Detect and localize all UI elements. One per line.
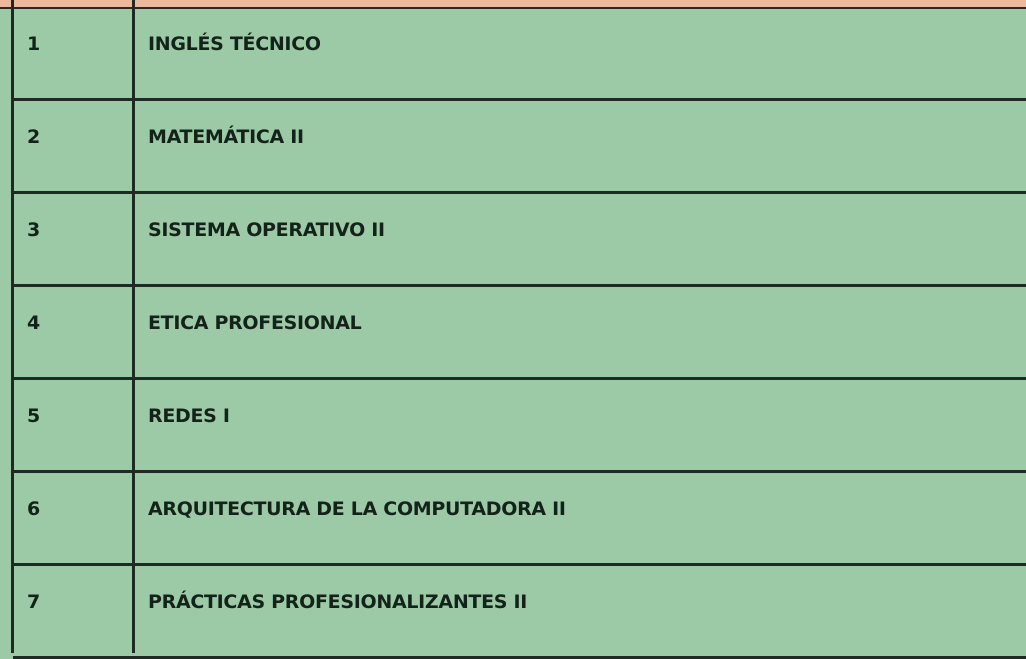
row-number: 1 [27, 33, 41, 55]
table-left-border [11, 0, 14, 653]
row-number: 6 [27, 498, 41, 520]
subject-name: REDES I [148, 405, 230, 427]
subject-name: ARQUITECTURA DE LA COMPUTADORA II [148, 498, 566, 520]
column-divider [132, 0, 135, 653]
subject-name: SISTEMA OPERATIVO II [148, 219, 385, 241]
table-row: 2 MATEMÁTICA II [13, 101, 1026, 194]
row-number: 7 [27, 591, 41, 613]
row-number: 5 [27, 405, 41, 427]
row-number: 2 [27, 126, 41, 148]
row-number: 4 [27, 312, 41, 334]
row-number: 3 [27, 219, 41, 241]
table-row: 7 PRÁCTICAS PROFESIONALIZANTES II [13, 566, 1026, 659]
subject-name: MATEMÁTICA II [148, 126, 304, 148]
subject-name: ETICA PROFESIONAL [148, 312, 362, 334]
subject-name: INGLÉS TÉCNICO [148, 33, 321, 55]
table-row: 6 ARQUITECTURA DE LA COMPUTADORA II [13, 473, 1026, 566]
table-row: 3 SISTEMA OPERATIVO II [13, 194, 1026, 287]
subject-name: PRÁCTICAS PROFESIONALIZANTES II [148, 591, 527, 613]
table-row: 5 REDES I [13, 380, 1026, 473]
table-row: 4 ETICA PROFESIONAL [13, 287, 1026, 380]
table-row: 1 INGLÉS TÉCNICO [13, 8, 1026, 101]
